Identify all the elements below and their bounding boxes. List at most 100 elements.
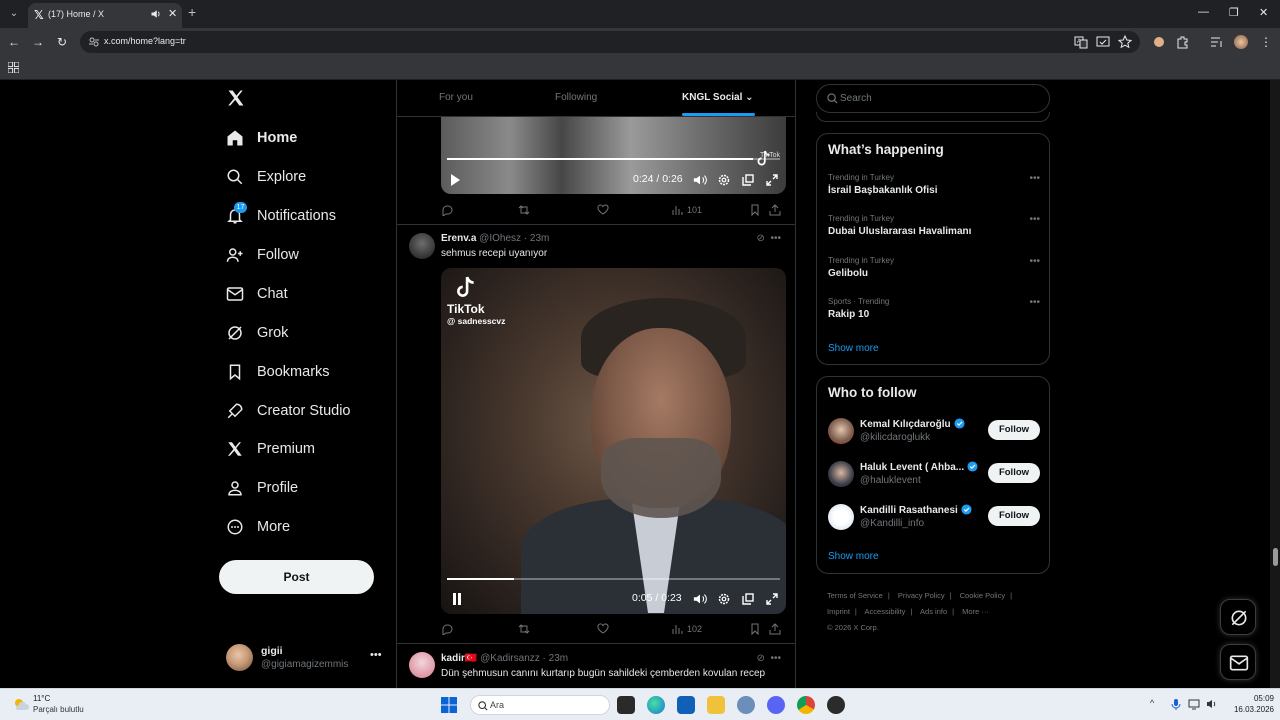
post2-handle[interactable]: @IOhesz — [479, 233, 521, 244]
share-button[interactable] — [769, 622, 781, 636]
reply-button[interactable] — [441, 622, 453, 636]
grok-post-icon[interactable]: ⊘ — [757, 233, 765, 244]
windows-start-icon[interactable] — [440, 696, 458, 714]
follow-suggestion[interactable]: Kemal Kılıçdaroğlu @kilicdaroglukk Follo… — [828, 416, 1040, 446]
bookmark-star-icon[interactable] — [1118, 35, 1132, 49]
browser-menu-icon[interactable]: ⋮ — [1258, 34, 1274, 50]
post2-progress-bar[interactable] — [447, 578, 780, 580]
grok-float-button[interactable] — [1220, 599, 1256, 635]
tab-search-chevron-icon[interactable]: ⌄ — [6, 6, 22, 22]
post-more-icon[interactable]: ••• — [770, 233, 781, 244]
fullscreen-icon[interactable] — [765, 592, 779, 606]
taskbar-search-input[interactable]: Ara — [490, 700, 504, 710]
trend-more-icon[interactable]: ••• — [1029, 256, 1040, 267]
scrollbar-thumb[interactable] — [1273, 548, 1278, 566]
settings-icon[interactable] — [717, 592, 731, 606]
search-box[interactable]: Search — [816, 84, 1050, 113]
page-scrollbar[interactable] — [1270, 80, 1280, 688]
follow-button[interactable]: Follow — [988, 506, 1040, 526]
trend-item[interactable]: Trending in Turkey İsrail Başbakanlık Of… — [828, 173, 1040, 207]
apps-grid-icon[interactable] — [8, 62, 19, 73]
post-more-icon[interactable]: ••• — [770, 653, 781, 664]
profile-avatar-icon[interactable] — [1234, 35, 1248, 49]
share-button[interactable] — [769, 203, 781, 217]
reply-button[interactable] — [441, 203, 453, 217]
extensions-puzzle-icon[interactable] — [1176, 35, 1190, 49]
nav-home[interactable]: Home — [226, 124, 297, 152]
new-tab-icon[interactable]: + — [188, 5, 196, 19]
partly-cloudy-icon[interactable] — [12, 696, 30, 714]
views-button[interactable]: 102 — [671, 622, 702, 636]
footer-privacy[interactable]: Privacy Policy — [898, 591, 945, 600]
trend-more-icon[interactable]: ••• — [1029, 297, 1040, 308]
search-input[interactable]: Search — [840, 93, 872, 104]
taskbar-search[interactable]: Ara — [470, 695, 610, 715]
nav-notifications[interactable]: 17 Notifications — [226, 202, 336, 230]
task-view-icon[interactable] — [617, 696, 635, 714]
nav-bookmarks[interactable]: Bookmarks — [226, 358, 330, 386]
system-clock[interactable]: 05:09 16.03.2026 — [1222, 693, 1274, 715]
post-button[interactable]: Post — [219, 560, 374, 594]
chrome-icon[interactable] — [797, 696, 815, 714]
messages-float-button[interactable] — [1220, 644, 1256, 680]
footer-accessibility[interactable]: Accessibility — [865, 607, 906, 616]
follow-button[interactable]: Follow — [988, 420, 1040, 440]
views-button[interactable]: 101 — [671, 203, 702, 217]
window-close-icon[interactable]: ✕ — [1259, 6, 1268, 19]
site-info-icon[interactable] — [88, 36, 100, 48]
nav-creator-studio[interactable]: Creator Studio — [226, 397, 351, 425]
audio-playing-icon[interactable] — [150, 7, 162, 21]
trend-more-icon[interactable]: ••• — [1029, 173, 1040, 184]
pip-icon[interactable] — [741, 592, 755, 606]
nav-profile[interactable]: Profile — [226, 474, 298, 502]
post3-handle[interactable]: @Kadirsanzz — [480, 653, 540, 664]
speaker-icon[interactable] — [1206, 698, 1218, 710]
translate-icon[interactable]: A — [1074, 35, 1088, 49]
minimize-icon[interactable]: — — [1198, 6, 1209, 18]
x-logo-icon[interactable] — [226, 88, 246, 108]
extension-badge-icon[interactable] — [1152, 35, 1166, 49]
more-dots-icon[interactable]: ••• — [370, 649, 382, 661]
post2-author-name[interactable]: Erenv.a — [441, 233, 476, 244]
grok-post-icon[interactable]: ⊘ — [757, 653, 765, 664]
pip-icon[interactable] — [741, 173, 755, 187]
microphone-icon[interactable] — [1170, 698, 1182, 710]
account-switcher[interactable]: gigii @gigiamagizemmis ••• — [226, 644, 386, 674]
settings-gear-icon[interactable] — [737, 696, 755, 714]
follow-suggestion[interactable]: Kandilli Rasathanesi @Kandilli_info Foll… — [828, 502, 1040, 532]
repost-button[interactable] — [518, 203, 530, 217]
footer-ads-info[interactable]: Ads info — [920, 607, 947, 616]
network-icon[interactable] — [1188, 698, 1200, 710]
nav-explore[interactable]: Explore — [226, 163, 306, 191]
nav-chat[interactable]: Chat — [226, 280, 288, 308]
file-explorer-icon[interactable] — [707, 696, 725, 714]
post2-time[interactable]: 23m — [530, 233, 549, 244]
steam-icon[interactable] — [827, 696, 845, 714]
post3-avatar[interactable] — [409, 652, 435, 678]
fullscreen-icon[interactable] — [765, 173, 779, 187]
media-control-icon[interactable] — [1210, 35, 1224, 49]
trend-item[interactable]: Trending in Turkey Dubai Uluslararası Ha… — [828, 214, 1040, 248]
nav-more[interactable]: More — [226, 513, 290, 541]
volume-icon[interactable] — [693, 173, 707, 187]
like-button[interactable] — [597, 203, 609, 217]
post3-time[interactable]: 23m — [549, 653, 568, 664]
tray-overflow-icon[interactable]: ^ — [1150, 698, 1162, 710]
footer-more[interactable]: More ··· — [962, 607, 989, 616]
repost-button[interactable] — [518, 622, 530, 636]
post2-video[interactable]: TikTok @ sadnesscvz 0:05 / 0:23 — [441, 268, 786, 614]
follow-suggestion[interactable]: Haluk Levent ( Ahba... @haluklevent Foll… — [828, 459, 1040, 489]
restore-icon[interactable]: ❐ — [1229, 6, 1239, 19]
back-icon[interactable]: ← — [6, 34, 22, 50]
like-button[interactable] — [597, 622, 609, 636]
browser-tab[interactable]: 𝕏 (17) Home / X ✕ — [28, 3, 182, 28]
address-bar[interactable]: x.com/home?lang=tr — [80, 31, 1140, 53]
tab-kngl-social[interactable]: KNGL Social ⌄ — [682, 92, 754, 103]
post2-avatar[interactable] — [409, 233, 435, 259]
play-icon[interactable] — [449, 173, 461, 187]
post1-video[interactable]: TikTok 0:24 / 0:26 — [441, 116, 786, 194]
tab-close-icon[interactable]: ✕ — [168, 7, 177, 21]
footer-terms[interactable]: Terms of Service — [827, 591, 883, 600]
post1-progress-bar[interactable] — [447, 158, 780, 160]
footer-imprint[interactable]: Imprint — [827, 607, 850, 616]
